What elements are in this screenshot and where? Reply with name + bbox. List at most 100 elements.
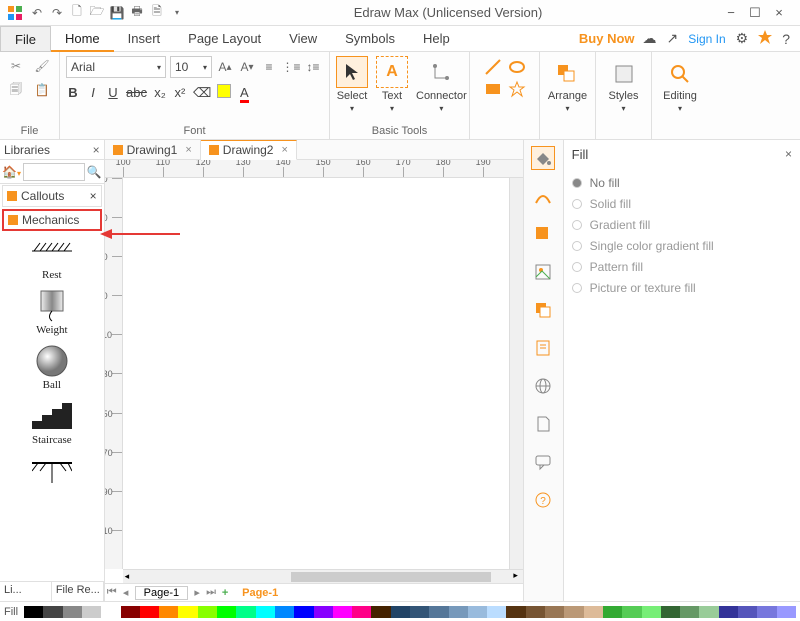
select-tool[interactable]: Select ▾ <box>336 56 368 113</box>
decrease-font-icon[interactable]: A▾ <box>238 58 256 76</box>
sidebar-tab-file-recovery[interactable]: File Re... <box>52 582 104 601</box>
help-icon[interactable]: ? <box>782 31 790 47</box>
page-next-icon[interactable]: ▸ <box>190 586 204 599</box>
file-tab[interactable]: File <box>0 26 51 52</box>
rect-shape-icon[interactable] <box>484 80 502 98</box>
color-palette[interactable] <box>24 606 796 618</box>
tab-symbols[interactable]: Symbols <box>331 26 409 52</box>
share-icon[interactable]: ↗ <box>667 30 679 47</box>
home-icon[interactable]: 🏠▾ <box>2 165 21 179</box>
tab-home[interactable]: Home <box>51 26 114 52</box>
font-color-icon[interactable]: A <box>237 85 251 100</box>
doc-tab-drawing2[interactable]: Drawing2× <box>201 140 297 160</box>
save-cloud-icon[interactable]: ☁ <box>643 30 657 47</box>
save-icon[interactable]: 💾 <box>108 4 126 22</box>
fill-opt-pattern[interactable]: Pattern fill <box>572 260 792 274</box>
clear-format-icon[interactable]: ⌫ <box>193 85 211 101</box>
cut-icon[interactable]: ✂ <box>6 56 26 76</box>
add-page-icon[interactable]: + <box>218 587 232 599</box>
format-painter-icon[interactable]: 🖌 <box>32 56 52 76</box>
strike-button[interactable]: abc <box>126 85 147 100</box>
font-size-select[interactable]: 10▾ <box>170 56 212 78</box>
tab-insert[interactable]: Insert <box>114 26 175 52</box>
line-shape-icon[interactable] <box>484 58 502 76</box>
shape-weight[interactable]: Weight <box>4 291 100 336</box>
star-shape-icon[interactable] <box>508 80 526 98</box>
open-icon[interactable]: 🗁 <box>88 4 106 22</box>
underline-button[interactable]: U <box>106 85 120 100</box>
qat-dropdown-icon[interactable]: ▾ <box>168 4 186 22</box>
shape-ball[interactable]: Ball <box>4 346 100 391</box>
copy-icon[interactable]: 🗐 <box>6 80 26 100</box>
redo-icon[interactable]: ↷ <box>48 4 66 22</box>
doc-tab-drawing1[interactable]: Drawing1× <box>105 140 201 160</box>
paste-icon[interactable]: 📋 <box>32 80 52 100</box>
fill-opt-picture[interactable]: Picture or texture fill <box>572 281 792 295</box>
page-prev-icon[interactable]: ◂ <box>119 586 133 599</box>
layers-icon[interactable] <box>531 298 555 322</box>
maximize-icon[interactable]: ☐ <box>748 5 762 21</box>
help-panel-icon[interactable]: ? <box>531 488 555 512</box>
fill-opt-no-fill[interactable]: No fill <box>572 176 792 190</box>
page-first-icon[interactable]: ⏮ <box>105 586 119 599</box>
arrange-button[interactable]: Arrange ▾ <box>548 60 587 113</box>
font-family-select[interactable]: Arial▾ <box>66 56 166 78</box>
connector-tool[interactable]: Connector ▾ <box>416 56 467 113</box>
styles-button[interactable]: Styles ▾ <box>609 60 639 113</box>
new-icon[interactable]: 🗋 <box>68 4 86 22</box>
text-tool[interactable]: A Text ▾ <box>376 56 408 113</box>
picture-icon[interactable] <box>531 260 555 284</box>
properties-icon[interactable] <box>531 336 555 360</box>
subscript-button[interactable]: x₂ <box>153 85 167 100</box>
close-icon[interactable]: × <box>772 5 786 21</box>
vertical-scrollbar[interactable] <box>509 178 523 569</box>
fill-bucket-icon[interactable] <box>531 146 555 170</box>
bullets-icon[interactable]: ⋮≡ <box>282 58 300 76</box>
comment-icon[interactable] <box>531 450 555 474</box>
edraw-colorful-icon[interactable] <box>758 30 772 47</box>
shadow-icon[interactable] <box>531 222 555 246</box>
undo-icon[interactable]: ↶ <box>28 4 46 22</box>
bold-button[interactable]: B <box>66 85 80 100</box>
horizontal-scrollbar[interactable]: ◂ <box>123 569 509 583</box>
fill-opt-single-gradient[interactable]: Single color gradient fill <box>572 239 792 253</box>
mechanics-category[interactable]: Mechanics <box>2 209 102 231</box>
buy-now-link[interactable]: Buy Now <box>579 31 635 46</box>
library-search-icon[interactable]: 🔍 <box>87 165 102 179</box>
hyperlink-icon[interactable] <box>531 374 555 398</box>
sign-in-link[interactable]: Sign In <box>688 32 725 46</box>
highlight-icon[interactable] <box>217 84 231 101</box>
shape-staircase[interactable]: Staircase <box>4 401 100 446</box>
tab-page-layout[interactable]: Page Layout <box>174 26 275 52</box>
fill-panel-close-icon[interactable]: × <box>785 147 792 161</box>
tab-view[interactable]: View <box>275 26 331 52</box>
increase-font-icon[interactable]: A▴ <box>216 58 234 76</box>
libraries-close-icon[interactable]: × <box>93 143 100 157</box>
drawing-canvas[interactable] <box>123 178 509 569</box>
close-doc-icon[interactable]: × <box>281 144 287 156</box>
fill-opt-solid[interactable]: Solid fill <box>572 197 792 211</box>
shape-rest[interactable]: Rest <box>4 236 100 281</box>
preview-icon[interactable]: 🗎 <box>148 4 166 22</box>
close-doc-icon[interactable]: × <box>185 144 191 156</box>
minimize-icon[interactable]: − <box>724 5 738 21</box>
editing-button[interactable]: Editing ▾ <box>663 60 697 113</box>
line-spacing-icon[interactable]: ↕≡ <box>304 58 322 76</box>
print-icon[interactable]: 🖶 <box>128 4 146 22</box>
page-props-icon[interactable] <box>531 412 555 436</box>
align-left-icon[interactable]: ≡ <box>260 58 278 76</box>
italic-button[interactable]: I <box>86 85 100 100</box>
settings-gear-icon[interactable]: ⚙ <box>736 30 749 47</box>
superscript-button[interactable]: x² <box>173 85 187 100</box>
callouts-category[interactable]: Callouts × <box>2 185 102 207</box>
shape-beam[interactable] <box>4 456 100 486</box>
oval-shape-icon[interactable] <box>508 58 526 76</box>
page-tab-1[interactable]: Page-1 <box>135 586 188 600</box>
sidebar-tab-libraries[interactable]: Li... <box>0 582 52 601</box>
page-last-icon[interactable]: ⏭ <box>204 586 218 599</box>
fill-opt-gradient[interactable]: Gradient fill <box>572 218 792 232</box>
callouts-close-icon[interactable]: × <box>90 189 97 203</box>
library-category-select[interactable] <box>23 163 85 181</box>
tab-help[interactable]: Help <box>409 26 464 52</box>
line-style-icon[interactable] <box>531 184 555 208</box>
